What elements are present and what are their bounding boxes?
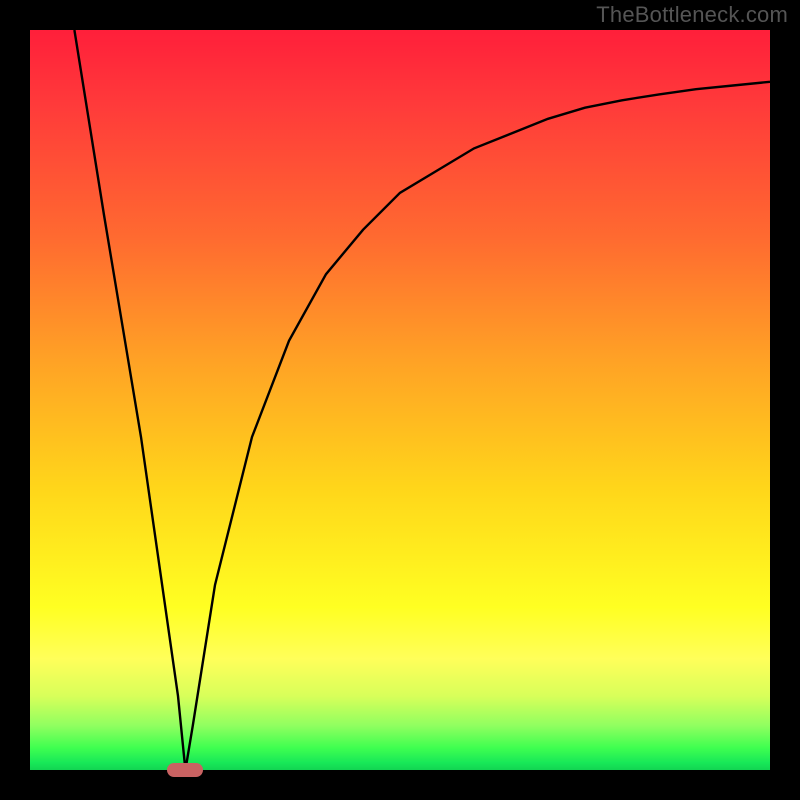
watermark-text: TheBottleneck.com [596, 2, 788, 28]
optimal-marker [167, 763, 203, 777]
chart-figure: TheBottleneck.com [0, 0, 800, 800]
curve-layer [30, 30, 770, 770]
plot-area [30, 30, 770, 770]
bottleneck-curve [74, 30, 770, 770]
